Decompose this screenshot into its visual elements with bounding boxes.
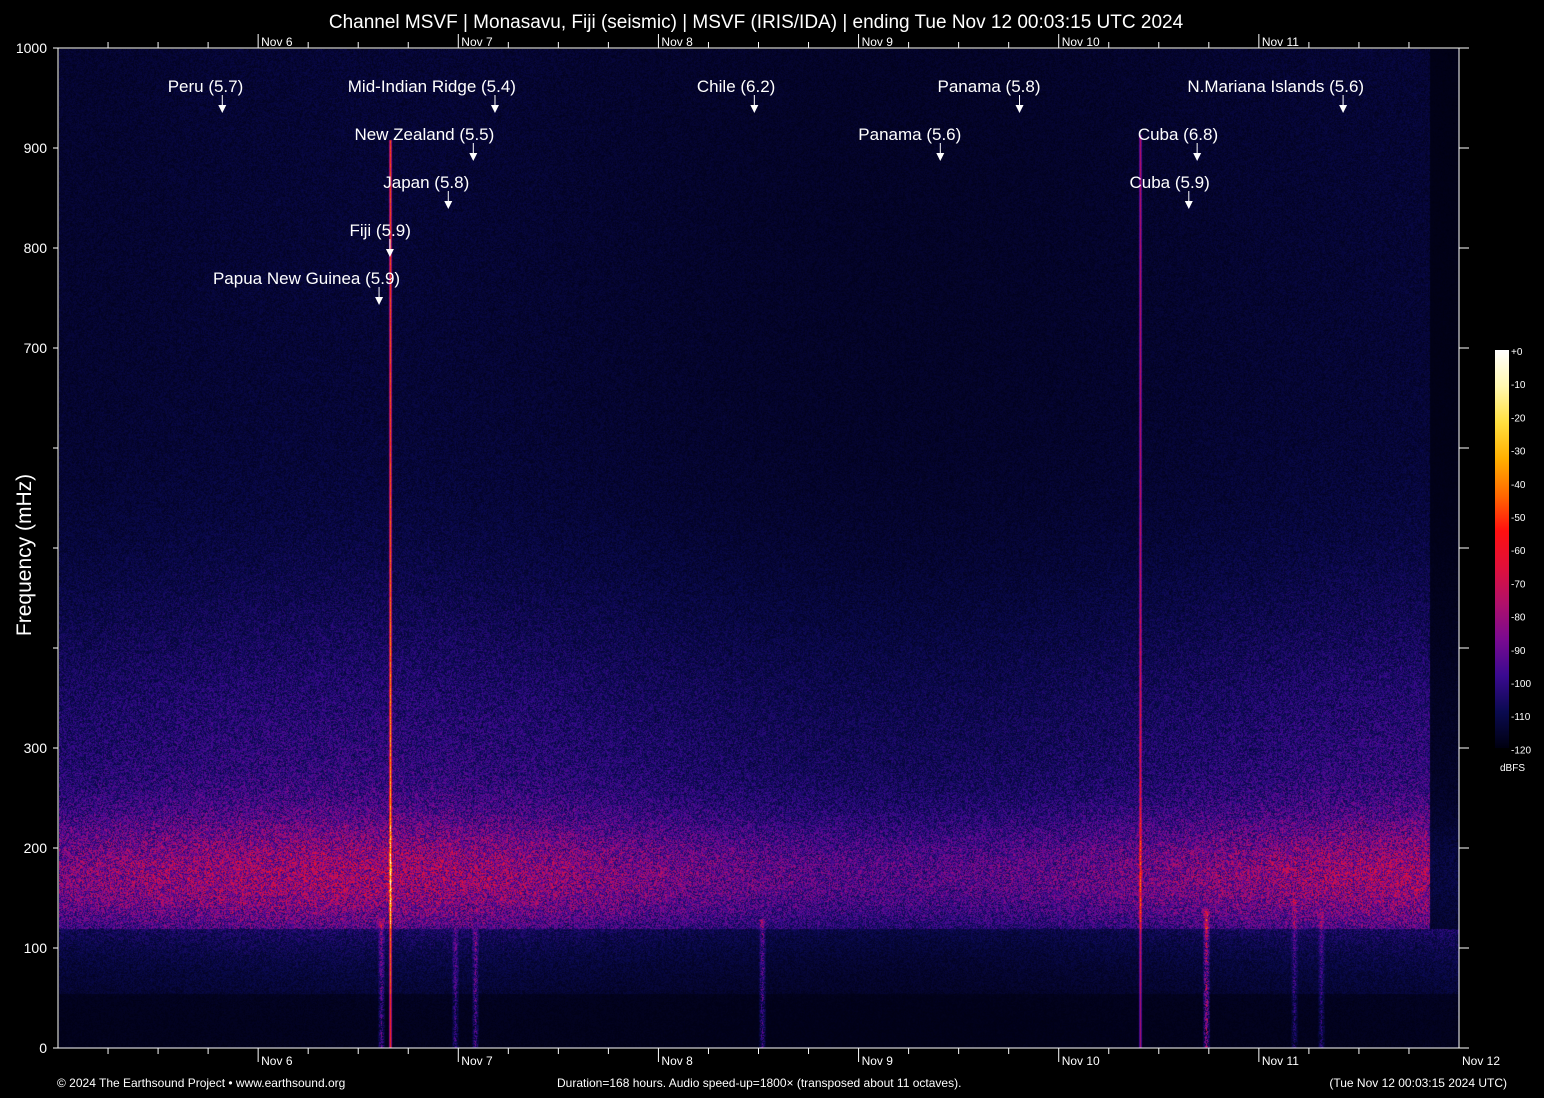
x-end-label: Nov 12	[1462, 1054, 1500, 1068]
y-tick-label: 0	[39, 1040, 47, 1056]
event-label: Peru (5.7)	[168, 77, 244, 96]
colorbar-tick-label: -100	[1511, 679, 1531, 690]
colorbar-tick-label: +0	[1511, 347, 1523, 358]
event-annotation: Panama (5.8)	[938, 77, 1041, 113]
arrow-down-icon	[375, 297, 383, 305]
x-tick-label: Nov 8	[661, 1054, 693, 1068]
footer-timestamp: (Tue Nov 12 00:03:15 2024 UTC)	[1329, 1076, 1507, 1090]
footer-copyright: © 2024 The Earthsound Project • www.eart…	[57, 1076, 345, 1090]
chart-axes: Channel MSVF | Monasavu, Fiji (seismic) …	[0, 0, 1544, 1098]
event-label: Papua New Guinea (5.9)	[213, 269, 400, 288]
event-annotation: Fiji (5.9)	[349, 221, 410, 257]
event-annotation: Peru (5.7)	[168, 77, 244, 113]
colorbar-tick-label: -60	[1511, 546, 1526, 557]
event-label: Mid-Indian Ridge (5.4)	[348, 77, 516, 96]
colorbar-tick-label: -50	[1511, 513, 1526, 524]
x-tick-label: Nov 11	[1262, 1054, 1299, 1068]
x-tick-label-top: Nov 8	[661, 35, 693, 49]
y-tick-label: 200	[24, 840, 48, 856]
arrow-down-icon	[469, 153, 477, 161]
colorbar-tick-label: -110	[1511, 712, 1531, 723]
x-tick-label-top: Nov 6	[261, 35, 293, 49]
arrow-down-icon	[386, 249, 394, 257]
colorbar-tick-label: -10	[1511, 380, 1526, 391]
colorbar-tick-label: -80	[1511, 613, 1526, 624]
event-annotation: New Zealand (5.5)	[354, 125, 494, 161]
arrow-down-icon	[1339, 105, 1347, 113]
colorbar-tick-label: -70	[1511, 579, 1526, 590]
chart-title: Channel MSVF | Monasavu, Fiji (seismic) …	[329, 12, 1184, 33]
colorbar-tick-label: -90	[1511, 646, 1526, 657]
x-tick-label: Nov 9	[862, 1054, 894, 1068]
event-annotation: Mid-Indian Ridge (5.4)	[348, 77, 516, 113]
x-tick-label-top: Nov 11	[1262, 35, 1299, 49]
arrow-down-icon	[1016, 105, 1024, 113]
event-annotation: N.Mariana Islands (5.6)	[1187, 77, 1364, 113]
event-label: Panama (5.8)	[938, 77, 1041, 96]
colorbar-tick-label: -40	[1511, 480, 1526, 491]
event-label: Fiji (5.9)	[349, 221, 410, 240]
y-tick-label: 300	[24, 740, 48, 756]
arrow-down-icon	[1193, 153, 1201, 161]
event-label: Cuba (5.9)	[1129, 173, 1209, 192]
x-tick-label-top: Nov 7	[461, 35, 493, 49]
colorbar-tick-label: -30	[1511, 447, 1526, 458]
footer-duration: Duration=168 hours. Audio speed-up=1800×…	[557, 1076, 961, 1090]
colorbar-label: dBFS	[1500, 763, 1525, 774]
event-annotation: Cuba (5.9)	[1129, 173, 1209, 209]
event-label: Cuba (6.8)	[1138, 125, 1218, 144]
event-label: Panama (5.6)	[858, 125, 961, 144]
y-tick-label: 1000	[16, 40, 47, 56]
y-tick-label: 100	[24, 940, 48, 956]
colorbar	[1495, 350, 1509, 748]
event-label: N.Mariana Islands (5.6)	[1187, 77, 1364, 96]
arrow-down-icon	[218, 105, 226, 113]
x-tick-label: Nov 6	[261, 1054, 293, 1068]
event-annotation: Chile (6.2)	[697, 77, 775, 113]
event-annotation: Japan (5.8)	[383, 173, 469, 209]
event-annotation: Papua New Guinea (5.9)	[213, 269, 400, 305]
arrow-down-icon	[936, 153, 944, 161]
arrow-down-icon	[491, 105, 499, 113]
y-axis-label: Frequency (mHz)	[13, 474, 36, 636]
x-tick-label: Nov 10	[1062, 1054, 1100, 1068]
y-tick-label: 700	[24, 340, 48, 356]
plot-frame	[58, 48, 1459, 1048]
event-annotation: Cuba (6.8)	[1138, 125, 1218, 161]
y-tick-label: 900	[24, 140, 48, 156]
event-label: Chile (6.2)	[697, 77, 775, 96]
arrow-down-icon	[1185, 201, 1193, 209]
event-annotation: Panama (5.6)	[858, 125, 961, 161]
arrow-down-icon	[750, 105, 758, 113]
colorbar-tick-label: -120	[1511, 745, 1531, 756]
colorbar-tick-label: -20	[1511, 413, 1526, 424]
arrow-down-icon	[444, 201, 452, 209]
y-tick-label: 800	[24, 240, 48, 256]
event-label: Japan (5.8)	[383, 173, 469, 192]
event-label: New Zealand (5.5)	[354, 125, 494, 144]
x-tick-label-top: Nov 9	[862, 35, 894, 49]
x-tick-label-top: Nov 10	[1062, 35, 1100, 49]
x-tick-label: Nov 7	[461, 1054, 493, 1068]
